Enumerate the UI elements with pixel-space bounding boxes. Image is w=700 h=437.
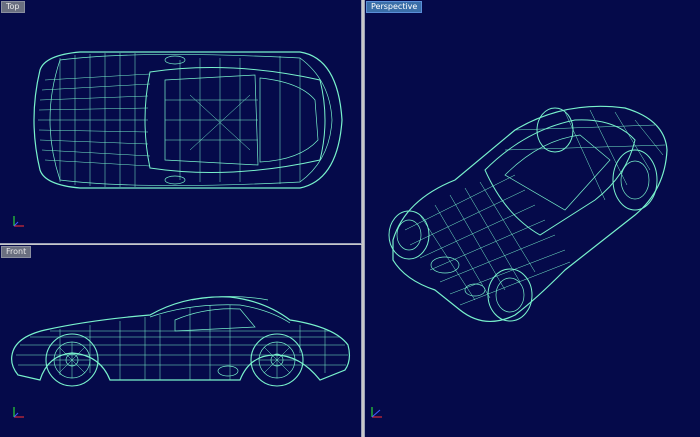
xyz-axes-icon	[13, 216, 24, 227]
viewport-perspective[interactable]: Perspective	[364, 0, 700, 437]
car-wireframe-top	[33, 51, 343, 189]
car-wireframe-front	[11, 296, 351, 387]
xyz-axes-icon	[13, 407, 24, 418]
car-wireframe-perspective	[388, 105, 668, 322]
viewport-top[interactable]: Top	[0, 0, 362, 244]
xyz-axes-icon	[371, 407, 382, 418]
viewport-front[interactable]: Front	[0, 245, 362, 437]
